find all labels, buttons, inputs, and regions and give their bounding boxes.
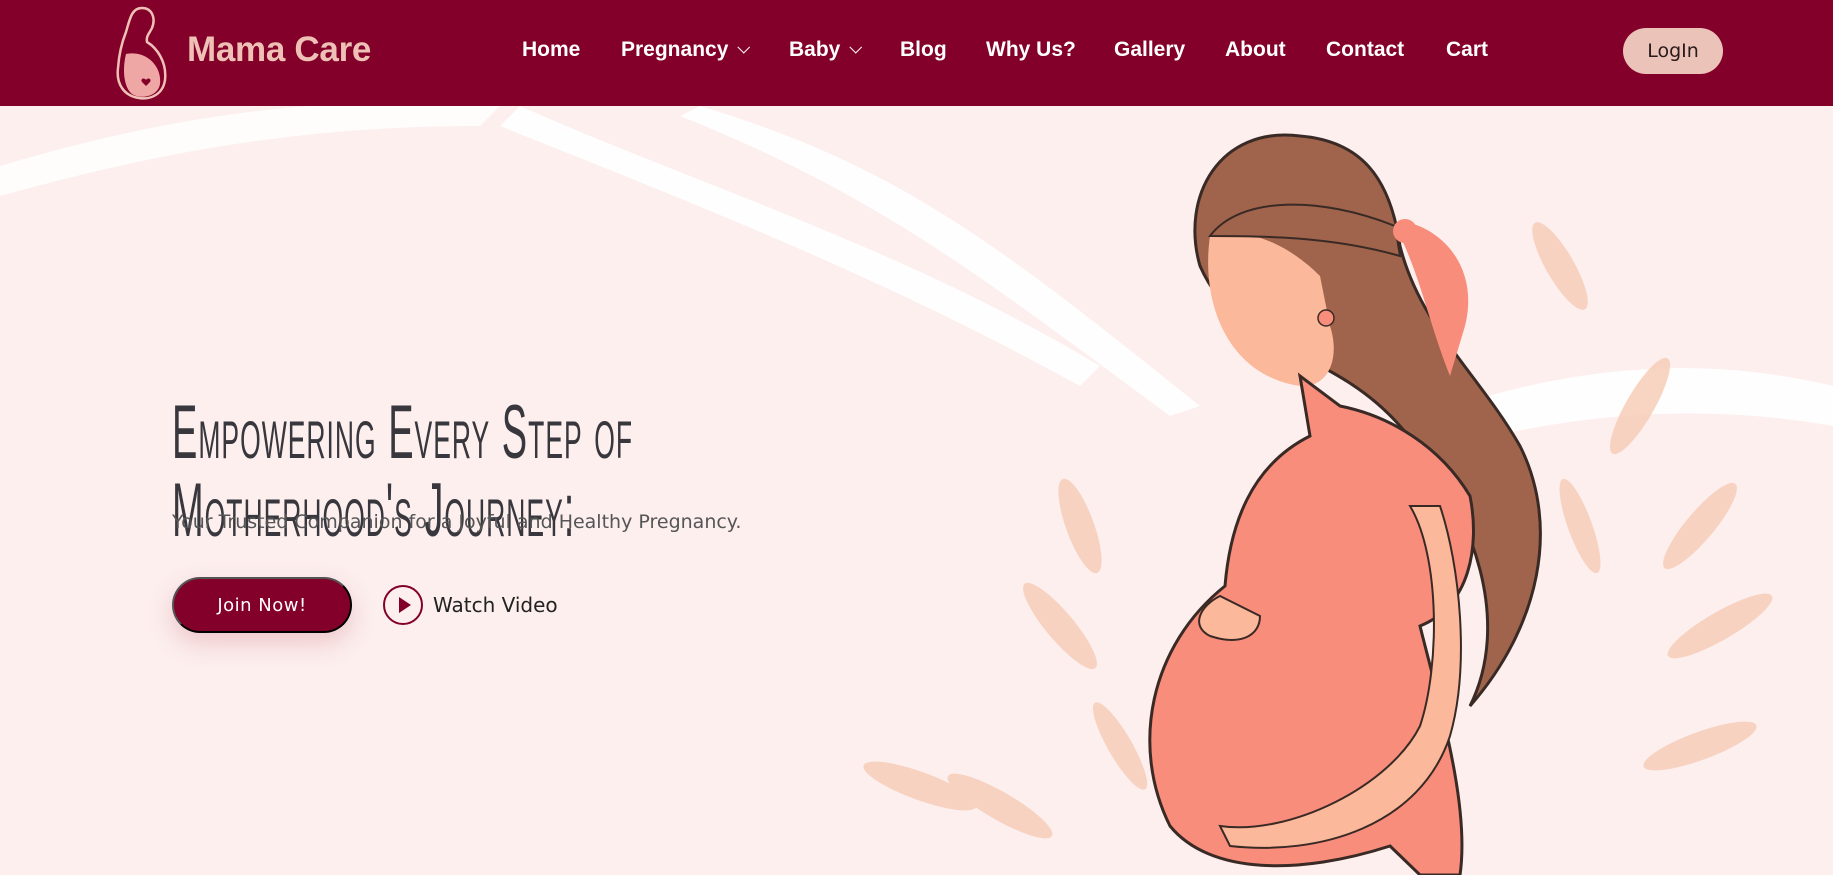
nav-about[interactable]: About [1225, 38, 1286, 62]
site-header: Mama Care Home Pregnancy Baby Blog Why U… [0, 0, 1833, 106]
hero-subtitle: Your Trusted Companion for a Joyful and … [172, 511, 742, 533]
heading-line-1: Empowering Every Step of [172, 390, 634, 475]
nav-blog[interactable]: Blog [900, 38, 947, 62]
nav-home[interactable]: Home [522, 38, 580, 62]
nav-label: Why Us? [986, 38, 1076, 61]
nav-cart[interactable]: Cart [1446, 38, 1488, 62]
brand-name[interactable]: Mama Care [187, 30, 371, 70]
pregnant-woman-illustration [1148, 133, 1542, 875]
watch-video-button[interactable]: Watch Video [383, 585, 558, 625]
nav-label: About [1225, 38, 1286, 61]
hero-section: Empowering Every Step of Motherhood's Jo… [0, 106, 1833, 875]
nav-label: Blog [900, 38, 947, 61]
pregnant-woman-logo-icon[interactable] [112, 4, 172, 102]
watch-video-label: Watch Video [433, 593, 558, 617]
chevron-down-icon [849, 40, 863, 54]
nav-label: Cart [1446, 38, 1489, 61]
login-button[interactable]: LogIn [1623, 28, 1723, 74]
nav-label: Pregnancy [621, 38, 729, 61]
nav-pregnancy[interactable]: Pregnancy [621, 38, 751, 62]
nav-why-us[interactable]: Why Us? [986, 38, 1076, 62]
nav-label: Gallery [1114, 38, 1186, 61]
nav-label: Home [522, 38, 581, 61]
nav-baby[interactable]: Baby [789, 38, 863, 62]
nav-gallery[interactable]: Gallery [1114, 38, 1185, 62]
chevron-down-icon [737, 40, 751, 54]
join-now-button[interactable]: Join Now! [172, 577, 352, 633]
nav-label: Baby [789, 38, 841, 61]
nav-label: Contact [1326, 38, 1405, 61]
nav-contact[interactable]: Contact [1326, 38, 1404, 62]
play-circle-icon[interactable] [383, 585, 423, 625]
